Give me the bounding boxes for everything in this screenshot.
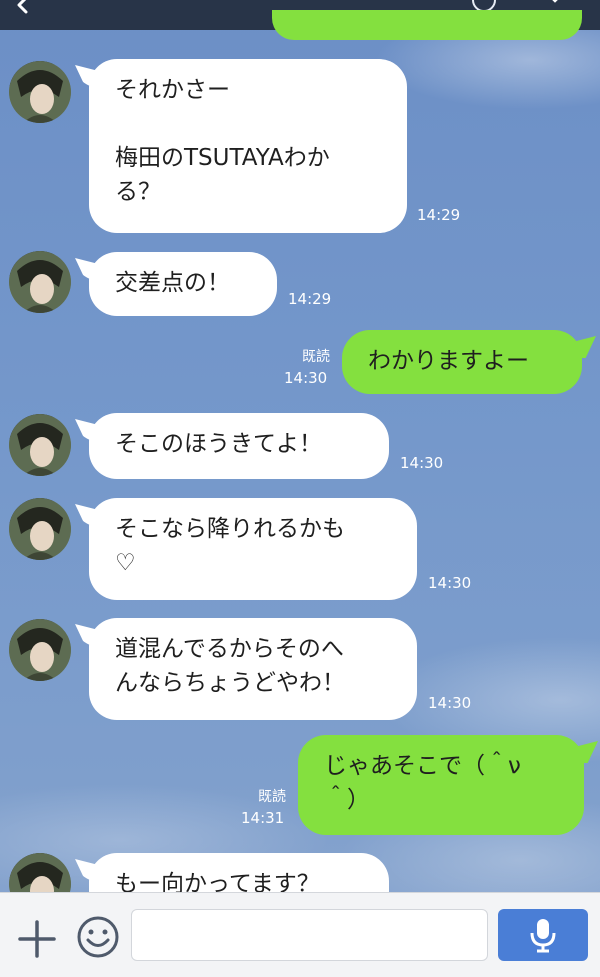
plus-icon[interactable] — [18, 920, 56, 958]
message-time: 14:30 — [428, 574, 472, 592]
message-time: 14:30 — [284, 369, 328, 387]
message-bubble: じゃあそこで（＾ν ＾） — [298, 735, 584, 835]
mic-icon — [530, 919, 556, 953]
smile-icon[interactable] — [76, 915, 120, 959]
mic-button[interactable] — [498, 909, 588, 961]
message-bubble: そこなら降りれるかも ♡ — [89, 498, 417, 600]
message-time: 14:30 — [400, 454, 444, 472]
avatar[interactable] — [9, 498, 71, 560]
message-bubble: 道混んでるからそのへ んならちょうどやわ！ — [89, 618, 417, 720]
message-bubble: それかさー 梅田のTSUTAYAわか る？ — [89, 59, 407, 233]
back-chevron-icon[interactable] — [14, 0, 32, 14]
message-time: 14:29 — [288, 290, 332, 308]
avatar[interactable] — [9, 251, 71, 313]
message-bubble: そこのほうきてよ！ — [89, 413, 389, 479]
message-bubble: 交差点の！ — [89, 252, 277, 316]
message-time: 14:31 — [241, 809, 285, 827]
read-receipt: 既読 — [258, 789, 286, 805]
avatar[interactable] — [9, 414, 71, 476]
chevron-down-icon[interactable] — [548, 0, 562, 8]
message-time: 14:30 — [428, 694, 472, 712]
previous-outgoing-bubble — [272, 10, 582, 40]
message-bubble: わかりますよー — [342, 330, 582, 394]
read-receipt: 既読 — [302, 349, 330, 365]
avatar[interactable] — [9, 619, 71, 681]
message-input[interactable] — [131, 909, 488, 961]
avatar[interactable] — [9, 61, 71, 123]
message-time: 14:29 — [417, 206, 461, 224]
